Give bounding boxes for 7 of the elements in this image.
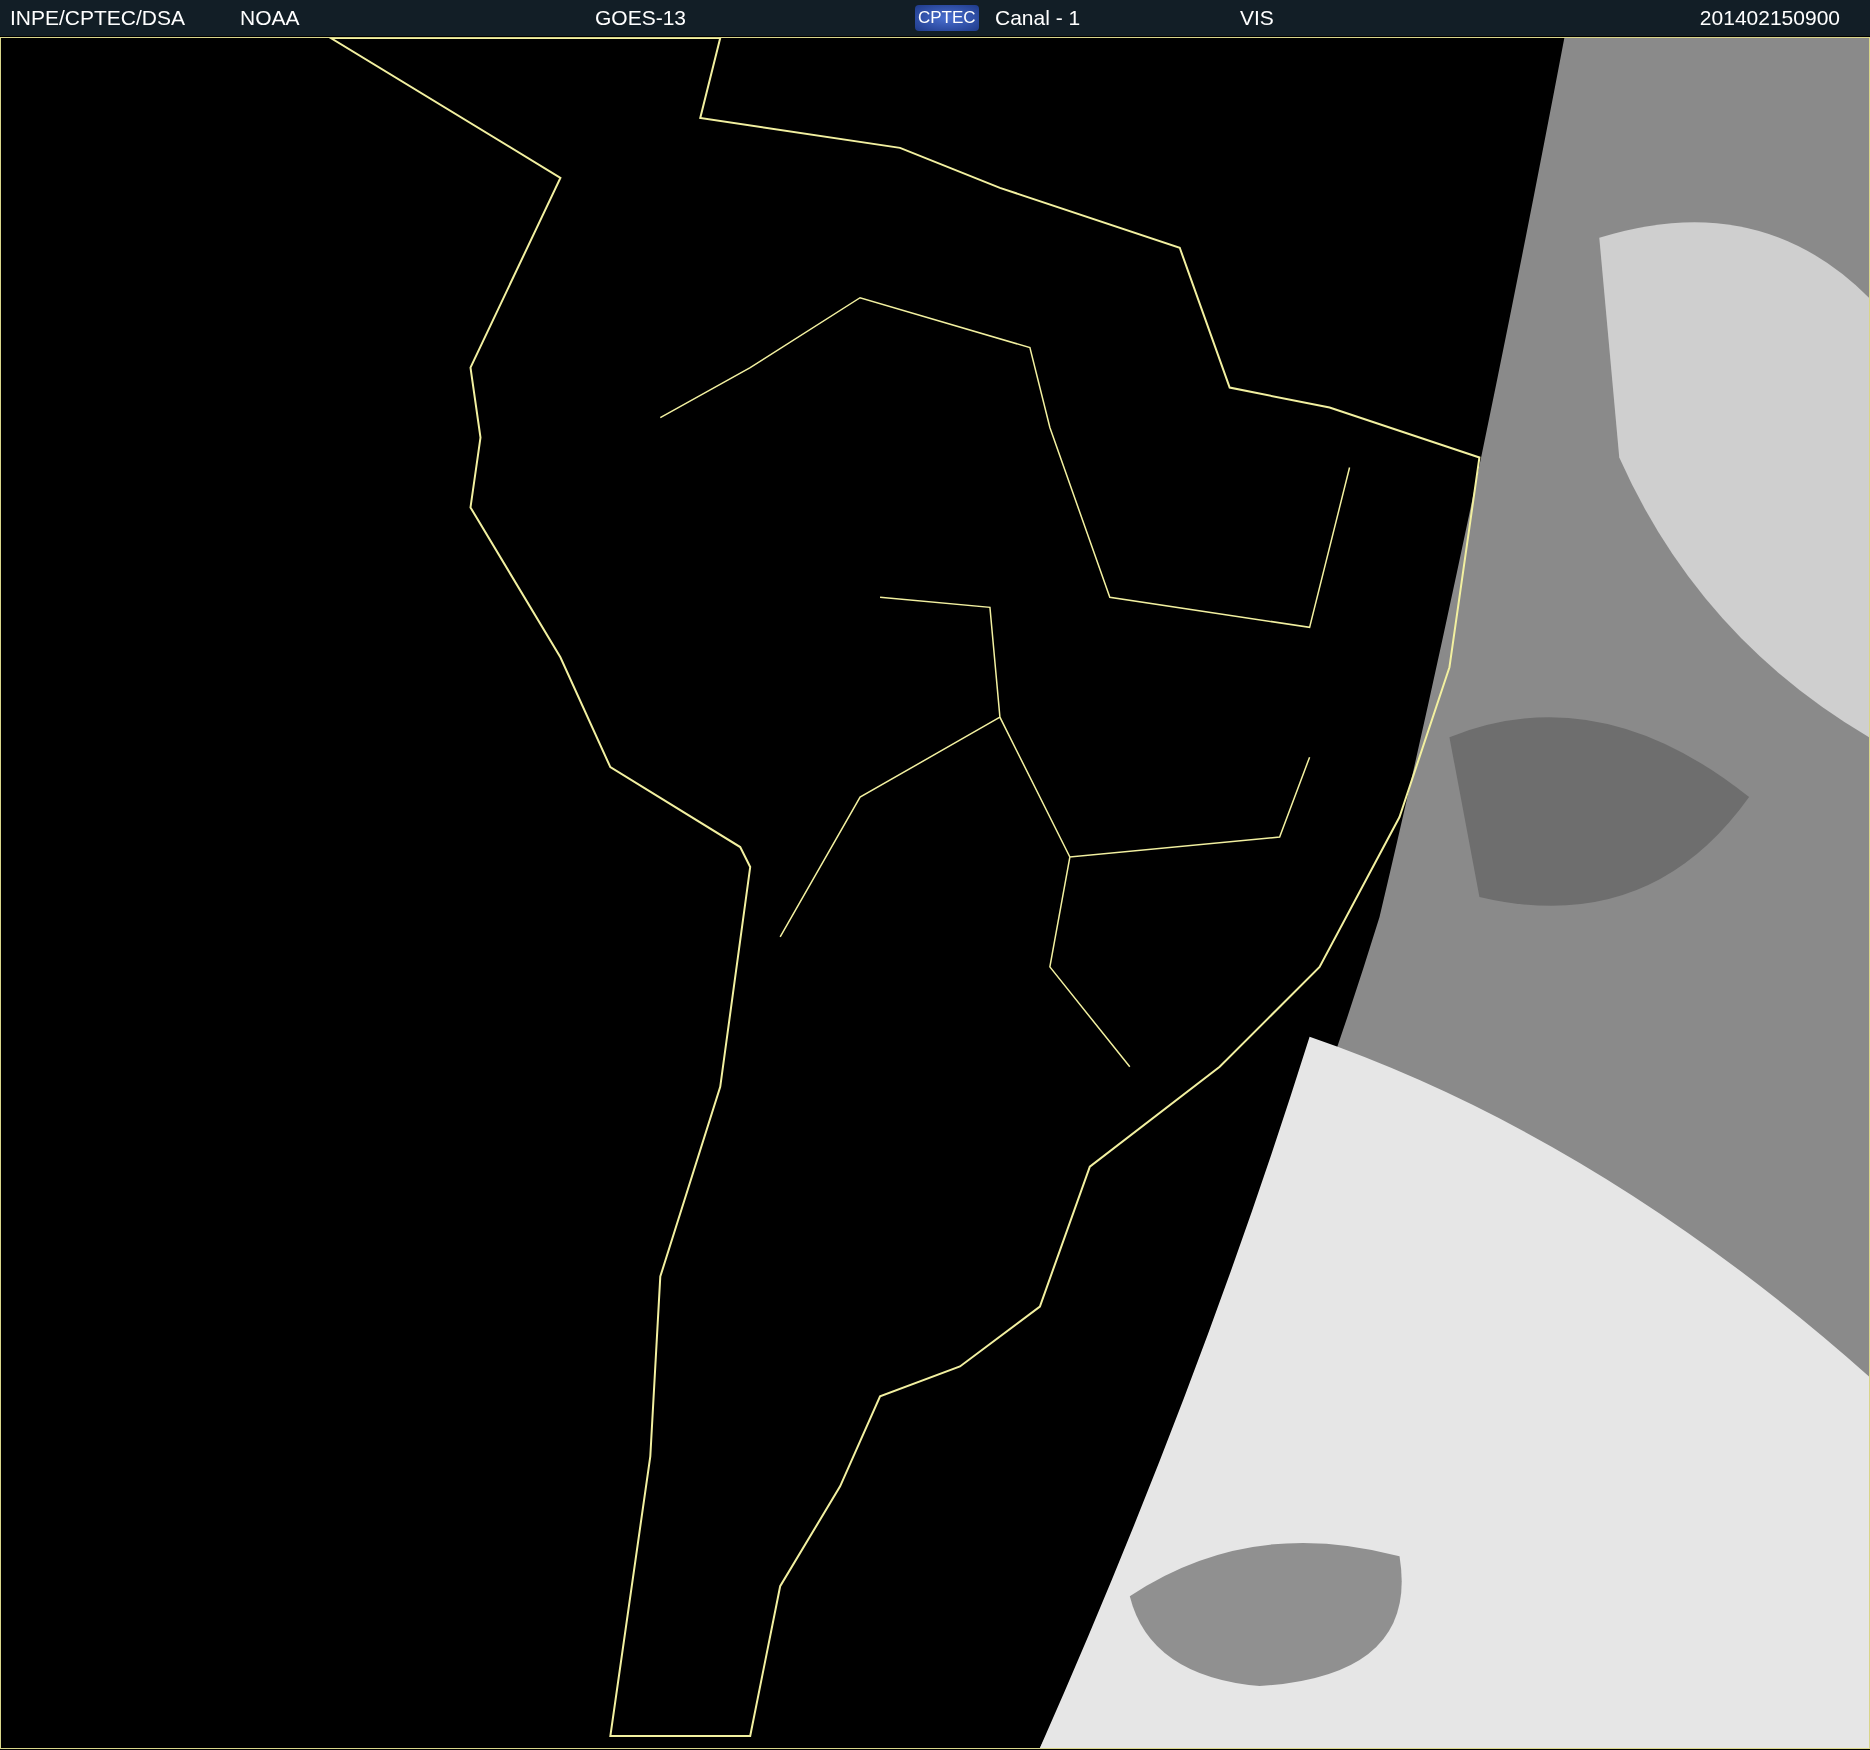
band-label: VIS [1240, 6, 1274, 30]
logo: CPTEC [915, 5, 979, 31]
satellite-label: GOES-13 [595, 6, 687, 30]
channel-label: Canal - 1 [995, 6, 1081, 30]
agency-label: NOAA [240, 6, 300, 30]
timestamp-label: 201402150900 [1699, 6, 1841, 30]
source-label: INPE/CPTEC/DSA [9, 6, 186, 30]
